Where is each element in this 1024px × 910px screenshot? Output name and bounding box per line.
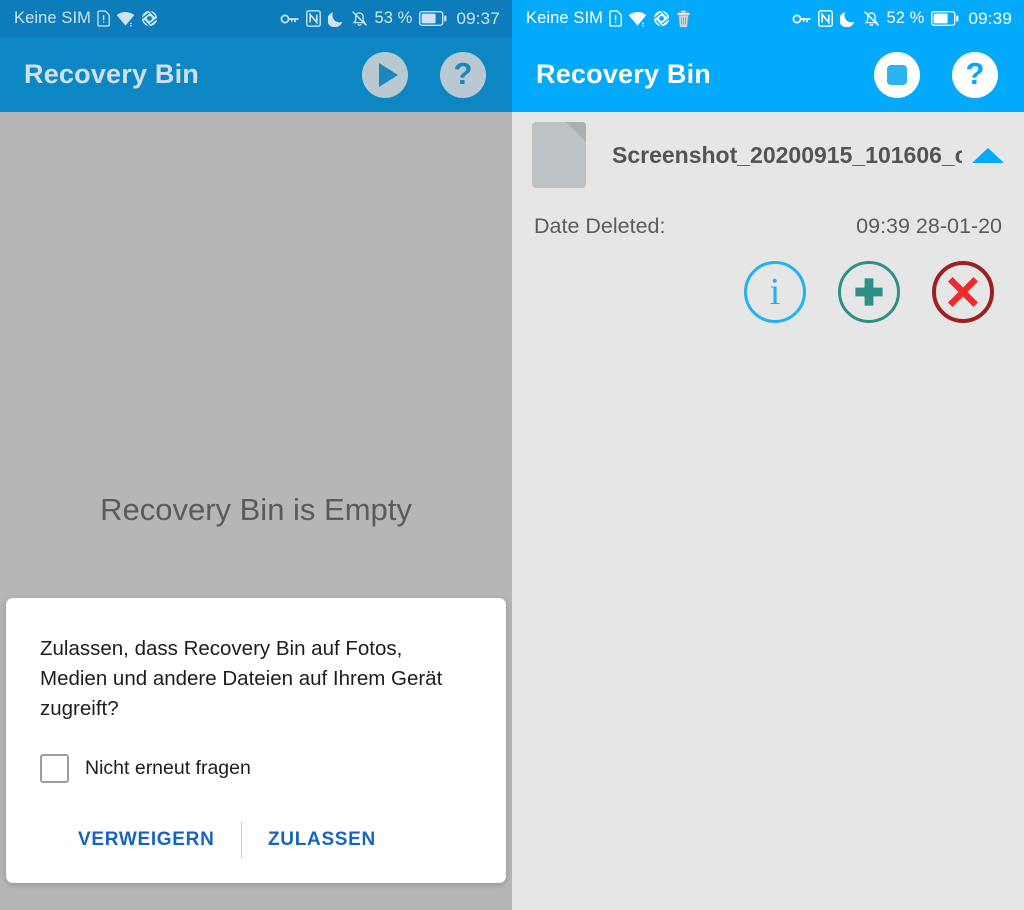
camera-shutter-icon <box>141 10 158 27</box>
status-bar-left: Keine SIM 53 % 09:37 <box>0 0 512 37</box>
file-name-label: Screenshot_20200915_101606_c.. <box>612 141 962 168</box>
app-bar-left: Recovery Bin ? <box>0 37 512 112</box>
battery-icon <box>931 11 959 26</box>
dual-screenshot-container: Keine SIM 53 % 09:37 Recovery Bin ? Reco… <box>0 0 1024 910</box>
dialog-actions: VERWEIGERN ZULASSEN <box>40 819 472 883</box>
vpn-key-icon <box>280 13 299 25</box>
dont-ask-again-checkbox[interactable] <box>40 754 69 783</box>
battery-percent-label: 53 % <box>374 9 413 27</box>
dont-ask-again-row[interactable]: Nicht erneut fragen <box>40 754 472 783</box>
date-deleted-label: Date Deleted: <box>534 214 666 238</box>
restore-button[interactable] <box>838 261 900 323</box>
play-button[interactable] <box>362 51 408 98</box>
empty-state-message: Recovery Bin is Empty <box>100 492 412 527</box>
delete-cross-icon <box>948 277 978 307</box>
mute-bell-icon <box>351 10 368 27</box>
wifi-icon <box>628 11 647 27</box>
nfc-icon <box>818 10 834 27</box>
app-bar-actions-right: ? <box>874 51 998 98</box>
status-bar-left-group: Keine SIM <box>14 9 158 28</box>
content-area-left: Recovery Bin is Empty Zulassen, dass Rec… <box>0 112 512 910</box>
date-deleted-value: 09:39 28-01-20 <box>856 214 1002 238</box>
carrier-label: Keine SIM <box>526 9 604 27</box>
status-clock: 09:39 <box>968 8 1012 28</box>
permission-dialog: Zulassen, dass Recovery Bin auf Fotos, M… <box>6 598 506 883</box>
allow-button[interactable]: ZULASSEN <box>264 819 380 861</box>
info-button[interactable]: i <box>744 261 806 323</box>
status-bar-right: Keine SIM 52 % 09:39 <box>512 0 1024 37</box>
date-deleted-row: Date Deleted: 09:39 28-01-20 <box>512 188 1024 239</box>
do-not-disturb-moon-icon <box>328 10 344 27</box>
question-mark-icon: ? <box>965 55 985 91</box>
screen-right: Keine SIM 52 % 09:39 Recovery Bin ? Scre… <box>512 0 1024 910</box>
carrier-label: Keine SIM <box>14 9 92 27</box>
play-icon <box>378 62 398 87</box>
question-mark-icon: ? <box>453 55 473 91</box>
status-clock: 09:37 <box>456 8 500 28</box>
sim-alert-icon <box>609 10 622 27</box>
dialog-message: Zulassen, dass Recovery Bin auf Fotos, M… <box>40 637 443 720</box>
file-list-item[interactable]: Screenshot_20200915_101606_c.. <box>512 112 1024 188</box>
delete-button[interactable] <box>932 261 994 323</box>
battery-percent-label: 52 % <box>886 9 925 27</box>
wifi-icon <box>116 11 135 27</box>
nfc-icon <box>306 10 322 27</box>
dont-ask-again-label: Nicht erneut fragen <box>85 757 251 779</box>
help-button[interactable]: ? <box>440 51 486 98</box>
content-area-right: Screenshot_20200915_101606_c.. Date Dele… <box>512 112 1024 910</box>
info-icon: i <box>769 271 781 313</box>
app-title: Recovery Bin <box>536 59 711 89</box>
do-not-disturb-moon-icon <box>840 10 856 27</box>
deny-button[interactable]: VERWEIGERN <box>74 819 219 861</box>
trash-bin-icon <box>676 9 691 28</box>
chevron-up-icon[interactable] <box>972 147 1004 163</box>
app-bar-right: Recovery Bin ? <box>512 37 1024 112</box>
battery-icon <box>419 11 447 26</box>
file-actions-row: i <box>512 239 1024 323</box>
mute-bell-icon <box>863 10 880 27</box>
stop-icon <box>887 64 907 85</box>
app-bar-actions-left: ? <box>362 51 486 98</box>
help-button[interactable]: ? <box>952 51 998 98</box>
dialog-divider <box>240 822 242 858</box>
status-bar-left-group: Keine SIM <box>526 9 691 28</box>
vpn-key-icon <box>792 13 811 25</box>
stop-button[interactable] <box>874 51 920 98</box>
screen-left: Keine SIM 53 % 09:37 Recovery Bin ? Reco… <box>0 0 512 910</box>
restore-plus-icon <box>855 278 883 306</box>
app-title: Recovery Bin <box>24 59 199 89</box>
status-bar-right-group: 52 % 09:39 <box>792 9 1012 29</box>
sim-alert-icon <box>97 10 110 27</box>
camera-shutter-icon <box>653 10 670 27</box>
status-bar-right-group: 53 % 09:37 <box>280 9 500 29</box>
document-file-icon <box>532 122 586 188</box>
